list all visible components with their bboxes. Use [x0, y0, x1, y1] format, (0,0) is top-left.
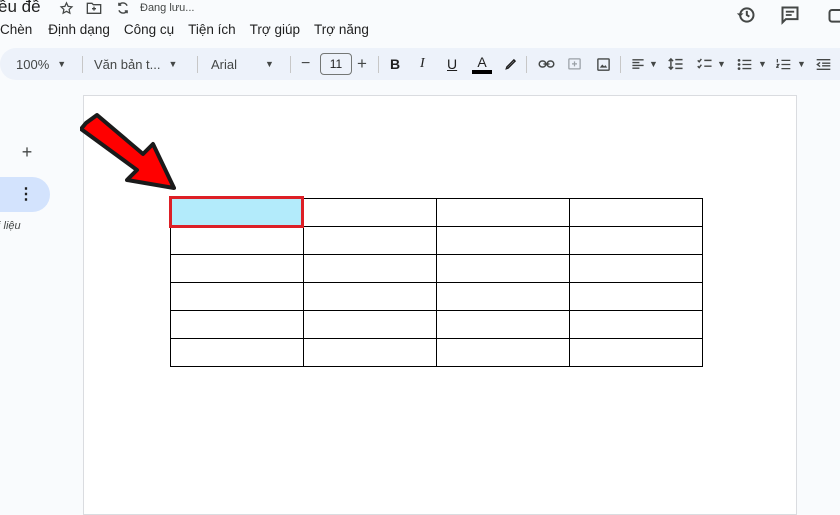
increase-font-size-button[interactable]: + — [357, 48, 367, 80]
chevron-down-icon: ▼ — [797, 59, 806, 69]
chevron-down-icon: ▼ — [717, 59, 726, 69]
menu-insert[interactable]: Chèn — [0, 22, 32, 37]
add-tab-button[interactable]: + — [17, 142, 37, 162]
table-cell[interactable] — [437, 255, 570, 283]
toolbar-divider — [290, 56, 291, 73]
style-value: Văn bản t... — [94, 57, 161, 72]
table-cell[interactable] — [570, 227, 703, 255]
chevron-down-icon: ▼ — [169, 59, 178, 69]
chevron-down-icon: ▼ — [57, 59, 66, 69]
table-cell[interactable] — [570, 255, 703, 283]
decrease-indent-icon[interactable] — [816, 48, 831, 80]
menu-accessibility[interactable]: Trợ năng — [314, 22, 369, 37]
table-row — [171, 311, 703, 339]
chevron-down-icon: ▼ — [265, 59, 274, 69]
underline-button[interactable]: U — [447, 48, 457, 80]
red-arrow-annotation — [80, 112, 176, 192]
table-cell[interactable] — [437, 199, 570, 227]
table-cell[interactable] — [171, 227, 304, 255]
chevron-down-icon: ▼ — [758, 59, 767, 69]
document-title[interactable]: ều đề — [0, 0, 41, 17]
toolbar-divider — [378, 56, 379, 73]
menu-tools[interactable]: Công cụ — [124, 22, 174, 37]
menu-help[interactable]: Trợ giúp — [250, 22, 300, 37]
star-icon[interactable] — [58, 0, 74, 16]
table-cell[interactable] — [570, 283, 703, 311]
table-cell[interactable] — [171, 283, 304, 311]
more-options-icon[interactable]: ⋮ — [18, 184, 34, 204]
font-select[interactable]: Arial ▼ — [211, 48, 274, 80]
zoom-value: 100% — [16, 57, 49, 72]
menu-bar: Chèn Định dạng Công cụ Tiện ích Trợ giúp… — [0, 18, 383, 40]
version-history-icon[interactable] — [735, 4, 757, 26]
comments-icon[interactable] — [779, 4, 801, 26]
bulleted-list-select[interactable]: ▼ — [737, 48, 767, 80]
chevron-down-icon: ▼ — [649, 59, 658, 69]
toolbar-divider — [526, 56, 527, 73]
table-cell[interactable] — [570, 339, 703, 367]
line-spacing-icon[interactable] — [668, 48, 684, 80]
table-cell[interactable] — [171, 311, 304, 339]
checklist-select[interactable]: ▼ — [697, 48, 726, 80]
table-cell[interactable] — [304, 283, 437, 311]
table-cell[interactable] — [171, 255, 304, 283]
toolbar: 100%▼ Văn bản t...▼ Arial▼ − 11 + B I U … — [0, 48, 840, 80]
table-cell[interactable] — [570, 199, 703, 227]
table-cell[interactable] — [437, 227, 570, 255]
menu-format[interactable]: Định dạng — [48, 22, 110, 37]
menu-extensions[interactable]: Tiện ích — [188, 22, 236, 37]
table-cell[interactable] — [171, 339, 304, 367]
sync-icon — [115, 0, 131, 16]
toolbar-divider — [620, 56, 621, 73]
bold-button[interactable]: B — [390, 48, 400, 80]
font-size-input[interactable]: 11 — [320, 53, 352, 75]
text-color-button[interactable]: A — [472, 48, 492, 80]
table-cell[interactable] — [304, 339, 437, 367]
camera-icon[interactable] — [826, 4, 840, 26]
saving-status: Đang lưu... — [140, 2, 194, 14]
table-row — [171, 283, 703, 311]
move-folder-icon[interactable] — [86, 0, 102, 16]
insert-image-icon[interactable] — [596, 48, 611, 80]
table-cell[interactable] — [304, 311, 437, 339]
italic-button[interactable]: I — [420, 48, 425, 80]
decrease-font-size-button[interactable]: − — [301, 48, 310, 80]
style-select[interactable]: Văn bản t... ▼ — [94, 48, 177, 80]
table-cell[interactable] — [304, 255, 437, 283]
font-value: Arial — [211, 57, 237, 72]
toolbar-divider — [82, 56, 83, 73]
table-row — [171, 339, 703, 367]
table-cell[interactable] — [437, 311, 570, 339]
highlight-pen-icon[interactable] — [504, 48, 518, 80]
align-select[interactable]: ▼ — [631, 48, 658, 80]
table-cell[interactable] — [570, 311, 703, 339]
text-color-letter: A — [477, 54, 486, 70]
table-cell[interactable] — [304, 227, 437, 255]
toolbar-divider — [197, 56, 198, 73]
sidebar-label: i liệu — [0, 220, 21, 232]
selected-cell-highlight — [169, 196, 304, 228]
table-cell[interactable] — [437, 283, 570, 311]
table-row — [171, 255, 703, 283]
numbered-list-select[interactable]: ▼ — [776, 48, 806, 80]
link-icon[interactable] — [538, 48, 555, 80]
table-cell[interactable] — [437, 339, 570, 367]
text-color-swatch — [472, 70, 492, 74]
add-comment-icon[interactable] — [567, 48, 582, 80]
table-row — [171, 227, 703, 255]
zoom-select[interactable]: 100% ▼ — [16, 48, 66, 80]
table-cell[interactable] — [304, 199, 437, 227]
